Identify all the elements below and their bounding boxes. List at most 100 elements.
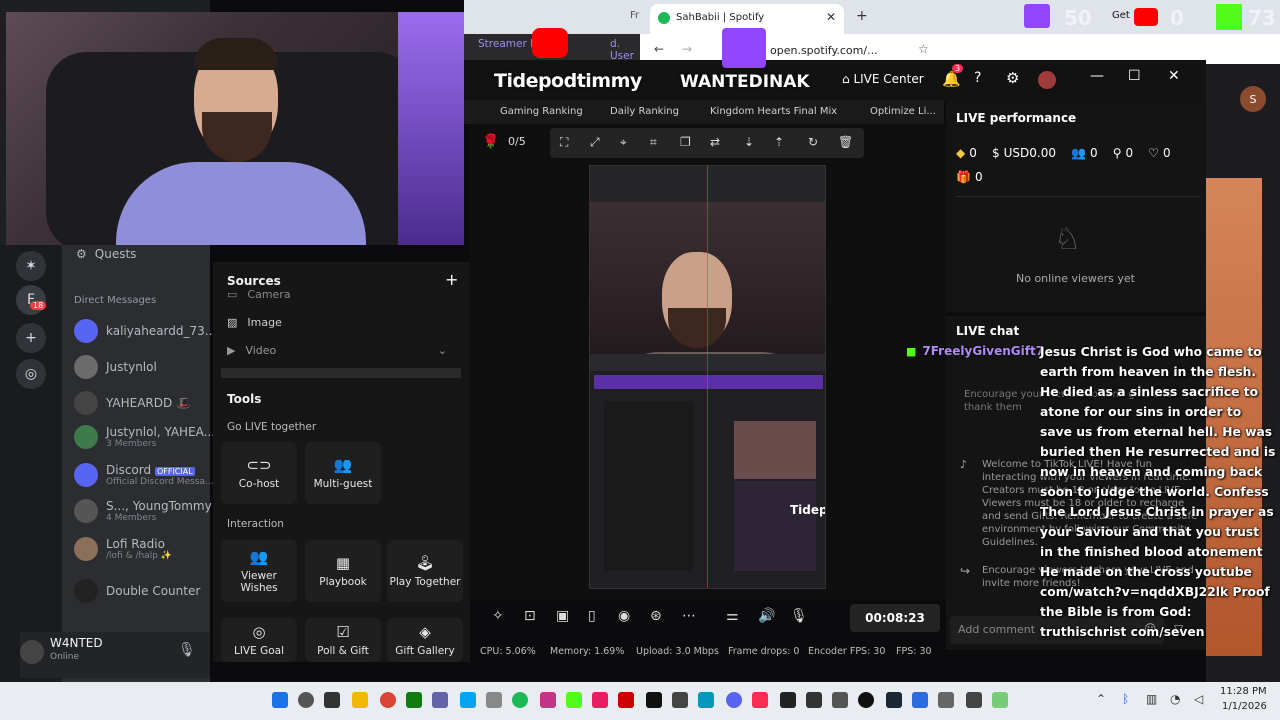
delete-icon[interactable]: 🗑 [838, 135, 853, 149]
mic-icon[interactable]: 🎙 [178, 642, 196, 658]
dm-item[interactable]: Double Counter [74, 579, 214, 603]
source-image[interactable]: ▨ Image [227, 316, 447, 329]
tab-label[interactable]: Get [1112, 10, 1130, 21]
tiktok-studio-icon[interactable] [752, 692, 768, 708]
app-icon[interactable] [938, 692, 954, 708]
steam-icon[interactable] [886, 692, 902, 708]
settings-icon[interactable]: ⚙ [1006, 69, 1019, 87]
camera-settings-icon[interactable]: ⊛ [650, 608, 662, 624]
chrome-icon[interactable] [380, 692, 396, 708]
screen-icon[interactable]: ▣ [556, 608, 569, 624]
dm-item[interactable]: YAHEARDD 🎩 [74, 391, 214, 415]
sliders-icon[interactable]: ⚌ [726, 608, 739, 624]
poll-gift-button[interactable]: ☑ Poll & Gift [305, 618, 381, 662]
source-video[interactable]: ▶ Video ⌄ [227, 344, 447, 357]
bookmark[interactable]: Daily Ranking [610, 106, 679, 117]
quests-item[interactable]: ⚙ Quests [76, 247, 216, 261]
microphone-icon[interactable]: 🎙 [790, 608, 808, 624]
profile-avatar[interactable] [1038, 71, 1056, 89]
wifi-icon[interactable]: ◔ [1170, 692, 1180, 706]
app-icon[interactable] [992, 692, 1008, 708]
dm-item[interactable]: S..., YoungTommy 4 Members [74, 499, 214, 523]
gift-gallery-button[interactable]: ◈ Gift Gallery [387, 618, 463, 662]
move-down-icon[interactable]: ⇣ [744, 135, 754, 149]
multi-guest-button[interactable]: 👥 Multi-guest [305, 442, 381, 504]
spotify-icon[interactable] [512, 692, 528, 708]
app-icon[interactable] [858, 692, 874, 708]
app-icon[interactable] [832, 692, 848, 708]
obs-icon[interactable] [806, 692, 822, 708]
volume-icon[interactable]: ◁ [1194, 692, 1203, 706]
xbox-icon[interactable] [406, 692, 422, 708]
app-icon[interactable] [780, 692, 796, 708]
copy-icon[interactable]: ❐ [680, 135, 691, 149]
help-icon[interactable]: ? [974, 70, 981, 86]
app-icon[interactable] [698, 692, 714, 708]
discord-icon[interactable] [726, 692, 742, 708]
bluetooth-icon[interactable]: ᛒ [1122, 692, 1129, 706]
scrollbar[interactable] [221, 368, 461, 378]
app-icon[interactable] [486, 692, 502, 708]
fit-icon[interactable]: ⛶ [560, 135, 568, 150]
app-icon[interactable] [912, 692, 928, 708]
live-center-button[interactable]: ⌂ LIVE Center [842, 72, 924, 86]
tab-label[interactable]: Fr [630, 10, 639, 21]
profile-avatar[interactable]: S [1240, 86, 1266, 112]
forward-icon[interactable]: → [682, 42, 692, 56]
dm-item[interactable]: Justynlol, YAHEA... 3 Members [74, 425, 214, 449]
app-icon[interactable] [432, 692, 448, 708]
bookmark-star-icon[interactable]: ☆ [918, 42, 929, 56]
tab-close-icon[interactable]: ✕ [826, 10, 836, 24]
more-icon[interactable]: ⋯ [682, 608, 696, 624]
bookmark[interactable]: Optimize Li... [870, 106, 936, 117]
app-icon[interactable] [618, 692, 634, 708]
windows-start-icon[interactable] [272, 692, 288, 708]
network-icon[interactable]: ▥ [1146, 692, 1157, 706]
file-explorer-icon[interactable] [352, 692, 368, 708]
search-icon[interactable] [298, 692, 314, 708]
capture-icon[interactable]: ⊡ [524, 608, 536, 624]
app-icon[interactable] [540, 692, 556, 708]
dm-item[interactable]: Lofi Radio/lofi & /halp ✨ [74, 537, 214, 561]
app-icon[interactable] [460, 692, 476, 708]
playbook-button[interactable]: ▦ Playbook [305, 540, 381, 602]
new-tab-icon[interactable]: + [856, 8, 868, 24]
expand-icon[interactable]: ⤢ [590, 135, 600, 150]
address-bar[interactable]: open.spotify.com/... [770, 44, 878, 57]
app-icon[interactable] [592, 692, 608, 708]
clock-time[interactable]: 11:28 PM [1220, 686, 1267, 697]
close-icon[interactable]: ✕ [1168, 68, 1180, 84]
minimize-icon[interactable]: — [1090, 68, 1104, 84]
rotate-icon[interactable]: ↻ [808, 135, 818, 149]
app-icon[interactable] [646, 692, 662, 708]
stream-preview[interactable]: Tidep [589, 165, 826, 589]
record-icon[interactable]: ◉ [618, 608, 630, 624]
discover-icon[interactable]: ◎ [16, 359, 46, 389]
live-goal-button[interactable]: ◎ LIVE Goal [221, 618, 297, 662]
layer-icon[interactable]: ⇡ [774, 135, 784, 149]
bookmark[interactable]: Kingdom Hearts Final Mix [710, 106, 837, 117]
bookmark[interactable]: Gaming Ranking [500, 106, 583, 117]
source-camera[interactable]: ▭ Camera [227, 288, 447, 301]
add-source-icon[interactable]: + [445, 270, 458, 289]
crop-icon[interactable]: ⌗ [650, 135, 657, 150]
app-icon[interactable] [672, 692, 688, 708]
kick-icon[interactable] [566, 692, 582, 708]
dm-item[interactable]: Justynlol [74, 355, 214, 379]
magic-icon[interactable]: ✧ [492, 608, 504, 624]
flip-icon[interactable]: ⇄ [710, 135, 720, 149]
phone-icon[interactable]: ▯ [588, 608, 596, 624]
viewer-wishes-button[interactable]: 👥 Viewer Wishes [221, 540, 297, 602]
maximize-icon[interactable]: ☐ [1128, 68, 1141, 84]
back-icon[interactable]: ← [654, 42, 664, 56]
server-icon[interactable]: ✶ [16, 251, 46, 281]
cohost-button[interactable]: ⊂⊃ Co-host [221, 442, 297, 504]
server-icon-fibl[interactable]: F [16, 285, 46, 315]
app-icon[interactable] [966, 692, 982, 708]
center-icon[interactable]: ⌖ [620, 135, 627, 150]
play-together-button[interactable]: 🕹 Play Together [387, 540, 463, 602]
dm-item[interactable]: kaliyaheardd_73... [74, 319, 214, 343]
chevron-up-icon[interactable]: ⌃ [1096, 692, 1106, 706]
volume-icon[interactable]: 🔊 [758, 608, 775, 624]
dm-item[interactable]: Discord OFFICIAL Official Discord Messa..… [74, 463, 214, 487]
